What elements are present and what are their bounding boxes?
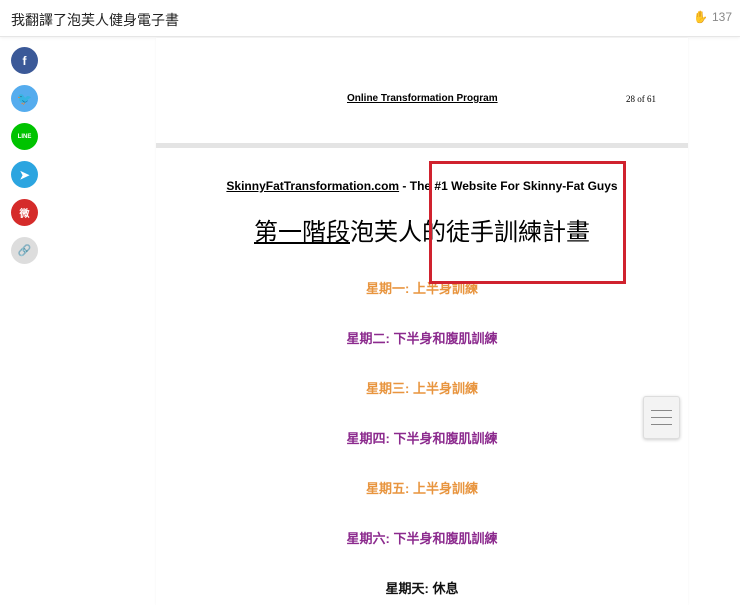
line-icon: LINE: [17, 133, 32, 140]
weibo-share-button[interactable]: 微: [11, 199, 38, 226]
twitter-share-button[interactable]: 🐦: [11, 85, 38, 112]
telegram-icon: ➤: [19, 167, 30, 182]
article-title: 我翻譯了泡芙人健身電子書: [11, 12, 179, 28]
clap-count: 137: [711, 10, 732, 24]
facebook-icon: f: [22, 53, 27, 68]
title-underlined: 第一階段: [254, 219, 350, 246]
copy-link-button[interactable]: 🔗: [11, 237, 38, 264]
menu-button[interactable]: [643, 396, 680, 439]
day-friday: 星期五: 上半身訓練: [366, 481, 478, 496]
day-saturday: 星期六: 下半身和腹肌訓練: [346, 531, 498, 546]
page-separator: [156, 143, 688, 148]
day-wednesday: 星期三: 上半身訓練: [366, 381, 478, 396]
line-share-button[interactable]: LINE: [11, 123, 38, 150]
hamburger-icon: [651, 410, 672, 411]
clap-button[interactable]: ✋ 137: [693, 10, 732, 24]
day-tuesday: 星期二: 下半身和腹肌訓練: [346, 331, 498, 346]
page-header: Online Transformation Program 28 of 61: [156, 38, 688, 146]
site-link[interactable]: SkinnyFatTransformation.com: [226, 179, 399, 193]
telegram-share-button[interactable]: ➤: [11, 161, 38, 188]
day-thursday: 星期四: 下半身和腹肌訓練: [346, 431, 498, 446]
day-sunday: 星期天: 休息: [385, 581, 459, 596]
facebook-share-button[interactable]: f: [11, 47, 38, 74]
link-icon: 🔗: [17, 245, 32, 257]
clap-icon: ✋: [693, 10, 708, 24]
share-bar: f 🐦 LINE ➤ 微 🔗: [11, 47, 38, 264]
running-header: Online Transformation Program: [347, 93, 498, 104]
highlight-box: [429, 161, 626, 284]
document-page: Online Transformation Program 28 of 61 S…: [156, 38, 688, 605]
top-bar: 我翻譯了泡芙人健身電子書 ✋ 137: [0, 0, 740, 37]
twitter-icon: 🐦: [17, 91, 32, 106]
weibo-icon: 微: [19, 209, 30, 220]
page-number: 28 of 61: [626, 94, 656, 104]
